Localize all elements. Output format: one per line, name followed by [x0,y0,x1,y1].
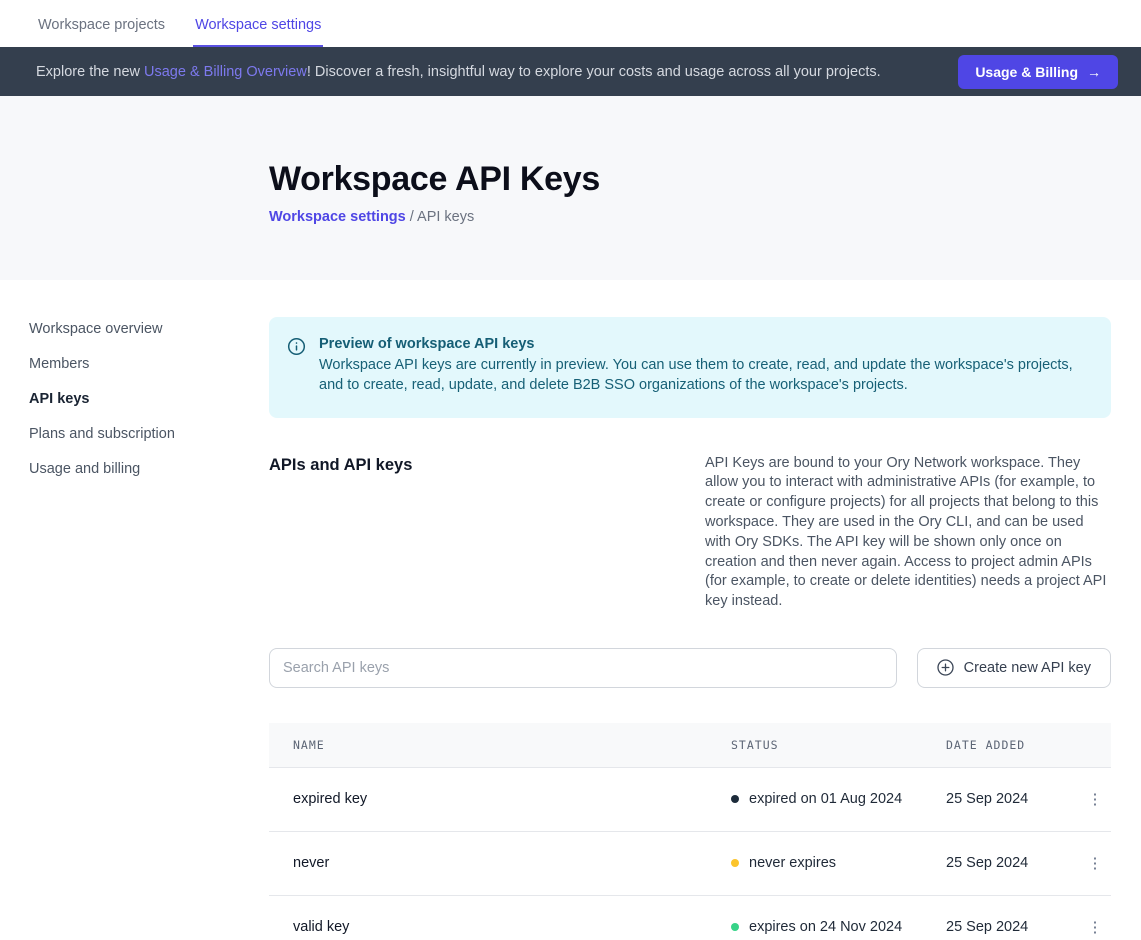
status-dot [731,923,739,931]
plus-circle-icon [937,659,954,676]
create-api-key-button[interactable]: Create new API key [917,648,1111,688]
settings-sidebar: Workspace overview Members API keys Plan… [0,280,269,940]
usage-billing-button[interactable]: Usage & Billing → [958,55,1118,89]
api-key-status: expired on 01 Aug 2024 [731,791,946,807]
row-menu-icon[interactable]: ⋮ [1082,852,1109,875]
status-text: expired on 01 Aug 2024 [749,791,902,807]
banner-text-before: Explore the new [36,64,144,80]
section-description: API Keys are bound to your Ory Network w… [705,454,1111,612]
breadcrumb-workspace-settings-link[interactable]: Workspace settings [269,209,406,225]
info-circle-icon [287,337,306,396]
banner-text-after: ! Discover a fresh, insightful way to ex… [307,64,881,80]
arrow-right-icon: → [1087,64,1101,80]
sidebar-item-members[interactable]: Members [29,353,269,375]
search-input[interactable] [269,648,897,688]
create-api-key-label: Create new API key [964,660,1091,676]
status-text: expires on 24 Nov 2024 [749,919,902,935]
api-key-date-added: 25 Sep 2024 [946,791,1079,807]
usage-billing-banner: Explore the new Usage & Billing Overview… [0,47,1141,96]
banner-message: Explore the new Usage & Billing Overview… [36,64,958,80]
api-key-name: valid key [293,919,731,935]
sidebar-item-workspace-overview[interactable]: Workspace overview [29,318,269,340]
api-keys-toolbar: Create new API key [269,648,1111,688]
row-menu-icon[interactable]: ⋮ [1082,788,1109,811]
apis-section: APIs and API keys API Keys are bound to … [269,454,1111,612]
api-keys-table: NAME STATUS DATE ADDED expired key expir… [269,723,1111,940]
row-menu-icon[interactable]: ⋮ [1082,916,1109,939]
status-dot [731,795,739,803]
page-title: Workspace API Keys [269,160,1141,199]
preview-alert-title: Preview of workspace API keys [319,336,1087,352]
api-key-status: never expires [731,855,946,871]
table-row: never never expires 25 Sep 2024 ⋮ [269,832,1111,896]
breadcrumb-separator: / [406,209,417,225]
status-text: never expires [749,855,836,871]
api-key-name: expired key [293,791,731,807]
workspace-nav: Workspace projects Workspace settings [0,0,1141,47]
page-header: Workspace API Keys Workspace settings / … [0,96,1141,280]
column-header-date-added: DATE ADDED [946,738,1079,752]
status-dot [731,859,739,867]
preview-alert-body: Workspace API keys are currently in prev… [319,356,1087,396]
column-header-status: STATUS [731,738,946,752]
usage-billing-overview-link[interactable]: Usage & Billing Overview [144,64,307,80]
usage-billing-button-label: Usage & Billing [975,64,1078,80]
api-key-status: expires on 24 Nov 2024 [731,919,946,935]
tab-workspace-projects[interactable]: Workspace projects [36,4,167,47]
table-header: NAME STATUS DATE ADDED [269,723,1111,768]
preview-alert: Preview of workspace API keys Workspace … [269,317,1111,418]
api-key-name: never [293,855,731,871]
sidebar-item-api-keys[interactable]: API keys [29,388,269,410]
api-key-date-added: 25 Sep 2024 [946,919,1079,935]
preview-alert-text: Preview of workspace API keys Workspace … [319,336,1087,396]
tab-workspace-settings[interactable]: Workspace settings [193,4,323,47]
sidebar-item-plans-subscription[interactable]: Plans and subscription [29,423,269,445]
breadcrumb-current: API keys [417,209,474,225]
breadcrumb: Workspace settings / API keys [269,209,1141,225]
api-keys-content: Preview of workspace API keys Workspace … [269,280,1111,940]
column-header-name: NAME [293,738,731,752]
section-heading: APIs and API keys [269,454,705,612]
table-row: expired key expired on 01 Aug 2024 25 Se… [269,768,1111,832]
table-row: valid key expires on 24 Nov 2024 25 Sep … [269,896,1111,940]
sidebar-item-usage-billing[interactable]: Usage and billing [29,458,269,480]
api-key-date-added: 25 Sep 2024 [946,855,1079,871]
